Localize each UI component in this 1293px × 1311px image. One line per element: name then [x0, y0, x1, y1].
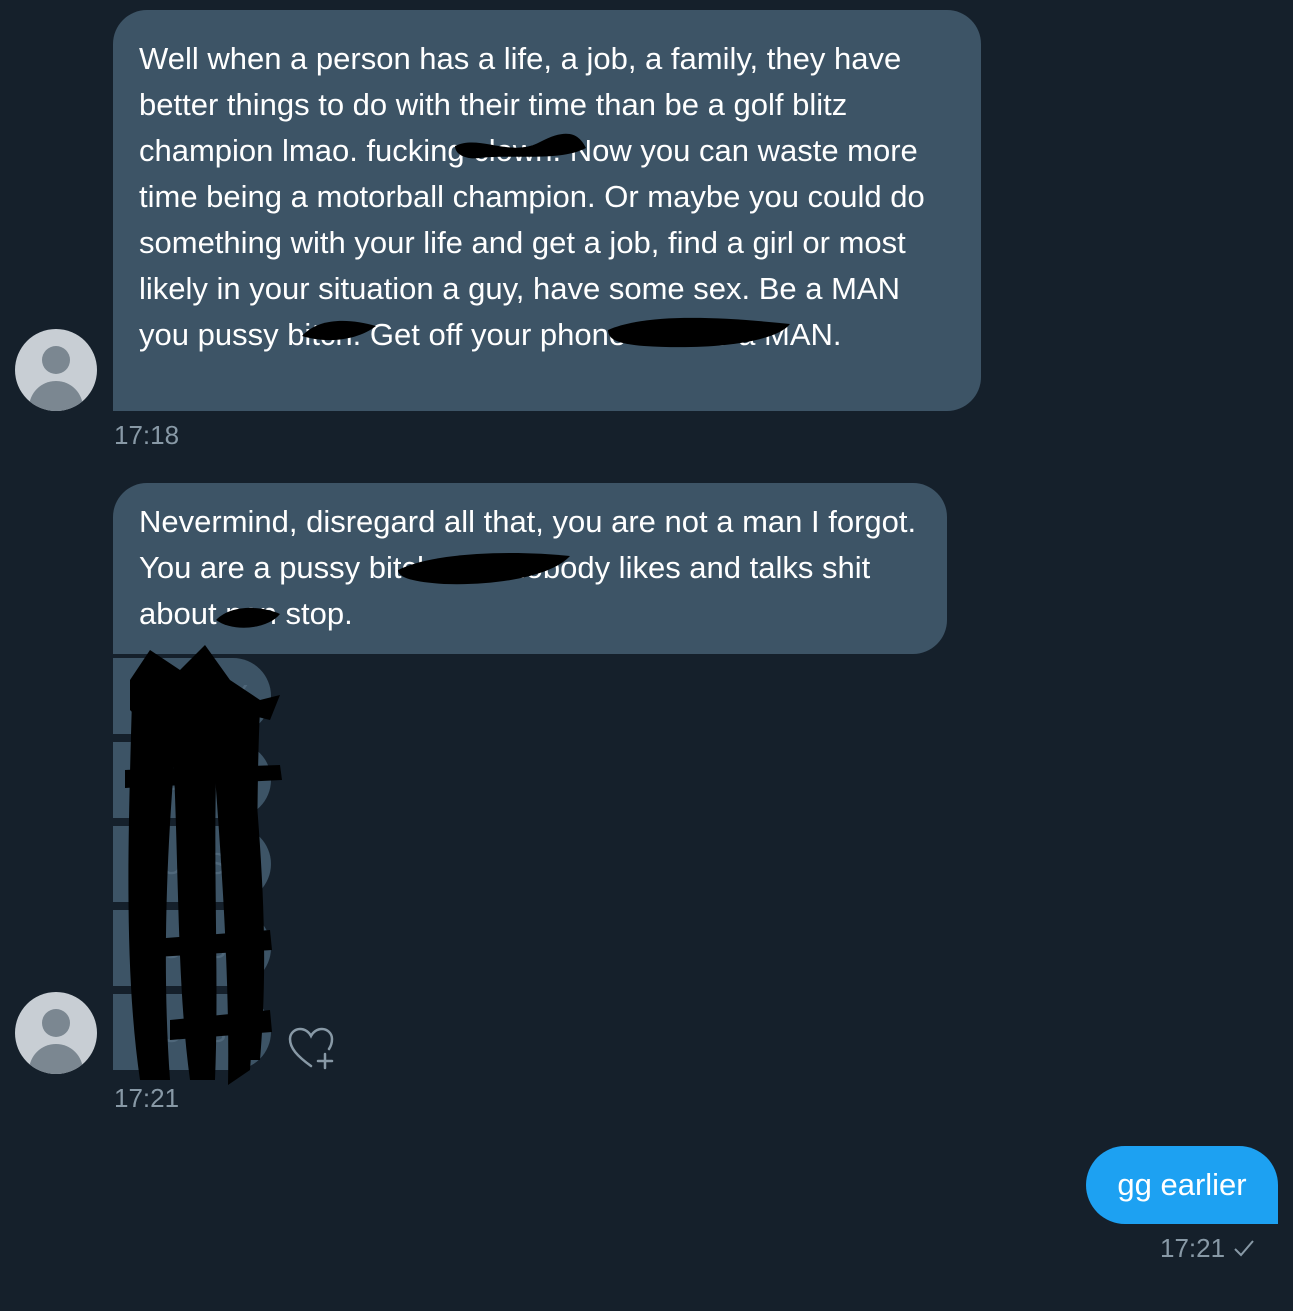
avatar-head-shape [42, 1009, 70, 1037]
small-message-bubble[interactable]: PUSSY [113, 910, 271, 986]
incoming-message-bubble[interactable]: Nevermind, disregard all that, you are n… [113, 483, 947, 654]
message-text: Nevermind, disregard all that, you are n… [139, 504, 917, 631]
sender-avatar[interactable] [15, 329, 97, 411]
single-check-icon [1233, 1233, 1255, 1263]
outgoing-timestamp: 17:21 [1160, 1233, 1255, 1263]
avatar-head-shape [42, 346, 70, 374]
avatar-shoulders-shape [29, 1044, 83, 1074]
message-text: PUSSY [139, 678, 250, 713]
small-message-bubble[interactable]: PUSSY [113, 742, 271, 818]
message-text: PUSSY [139, 1014, 250, 1049]
small-message-bubble[interactable]: PUSSY [113, 994, 271, 1070]
message-text: gg earlier [1117, 1167, 1247, 1202]
message-text: Well when a person has a life, a job, a … [139, 41, 925, 352]
outgoing-message-bubble[interactable]: gg earlier [1086, 1146, 1278, 1224]
message-timestamp: 17:21 [114, 1083, 180, 1113]
incoming-message-bubble[interactable]: Well when a person has a life, a job, a … [113, 10, 981, 411]
avatar-shoulders-shape [29, 381, 83, 411]
message-text: PUSSY [139, 846, 250, 881]
message-timestamp: 17:21 [1160, 1233, 1226, 1263]
message-text: PUSSY [139, 762, 250, 797]
message-text: PUSSY [139, 930, 250, 965]
sender-avatar[interactable] [15, 992, 97, 1074]
heart-plus-icon[interactable] [287, 1026, 337, 1072]
small-message-bubble[interactable]: PUSSY [113, 658, 271, 734]
message-timestamp: 17:18 [114, 420, 180, 450]
small-message-bubble[interactable]: PUSSY [113, 826, 271, 902]
